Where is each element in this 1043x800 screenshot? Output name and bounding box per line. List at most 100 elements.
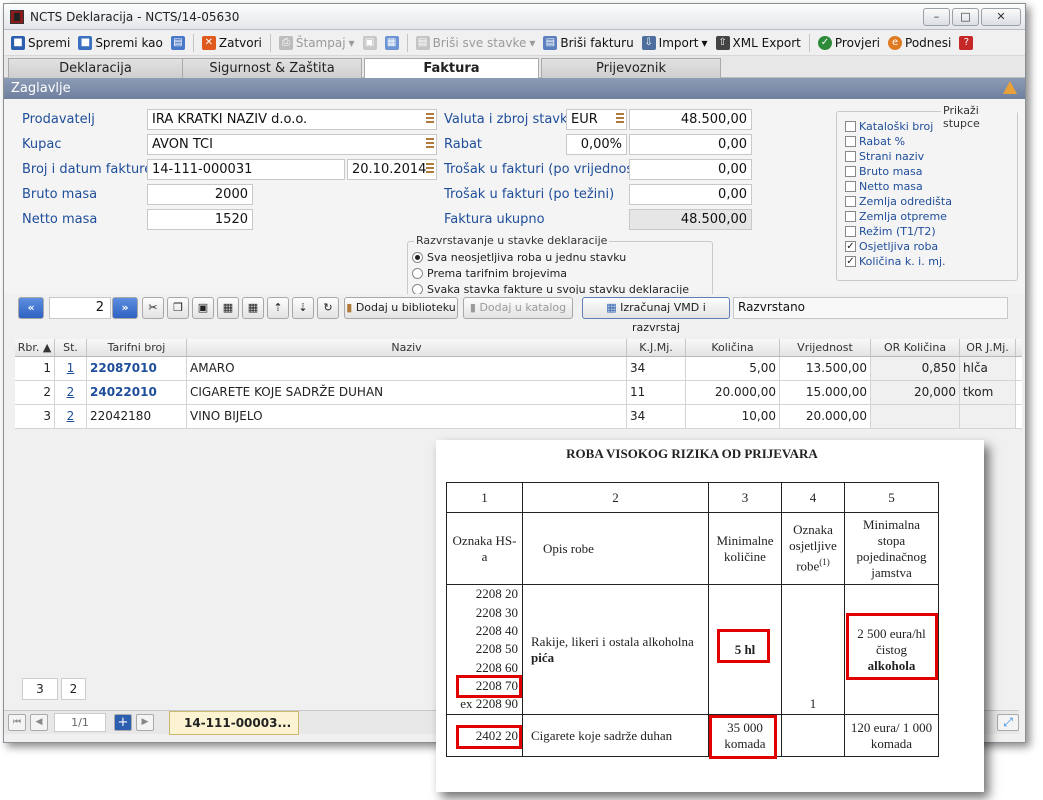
cell-vrij[interactable]: 15.000,00 <box>780 381 871 404</box>
column-toggle[interactable]: ✓ Osjetljiva roba <box>845 240 938 253</box>
tab-faktura[interactable]: Faktura <box>364 58 539 79</box>
save-button[interactable]: ■ Spremi <box>8 34 73 52</box>
invoice-date-field[interactable]: 20.10.2014. <box>347 159 437 180</box>
import-button[interactable]: ⇩ Import ▾ <box>639 34 711 52</box>
column-toggle[interactable]: Rabat % <box>845 135 905 148</box>
cell-or_jmj[interactable]: tkom <box>960 381 1016 404</box>
xml-export-button[interactable]: ⇧ XML Export <box>713 34 804 52</box>
column-toggle[interactable]: Zemlja odredišta <box>845 195 952 208</box>
items-total-field[interactable]: 48.500,00 <box>629 109 752 130</box>
discount-field[interactable]: 0,00 <box>629 134 752 155</box>
delete-all-button[interactable]: ▤ Briši sve stavke ▾ <box>413 34 539 52</box>
insert-row-button[interactable]: ▦ <box>217 297 239 319</box>
document-tab[interactable]: 14-111-00003... <box>169 711 299 735</box>
copy-button[interactable]: ❐ <box>167 297 189 319</box>
table-row[interactable]: 2 2 24022010 CIGARETE KOJE SADRŽE DUHAN 11 20… <box>15 381 1022 405</box>
table-row[interactable]: 3 2 22042180 VINO BIJELO 34 10,00 20.000,00 <box>15 405 1022 429</box>
calendar-icon[interactable] <box>426 163 434 175</box>
check-button[interactable]: ✓ Provjeri <box>815 34 883 52</box>
close-window-button[interactable]: ✕ <box>981 7 1021 26</box>
move-down-button[interactable]: ⇣ <box>292 297 314 319</box>
cell-tarif[interactable]: 22087010 <box>87 357 187 380</box>
print-button[interactable]: ⎙ Štampaj ▾ <box>276 34 358 52</box>
column-toggle[interactable]: Netto masa <box>845 180 923 193</box>
previous-button[interactable]: « <box>18 297 44 319</box>
prev-page-icon[interactable]: ◀ <box>30 714 48 731</box>
column-toggle[interactable]: ✓ Količina k. i. mj. <box>845 255 946 268</box>
expand-icon[interactable]: ⤢ <box>997 714 1019 731</box>
column-toggle[interactable]: Strani naziv <box>845 150 924 163</box>
cell-st[interactable]: 2 <box>55 405 87 428</box>
discount-percent-field[interactable]: 0,00% <box>566 134 627 155</box>
page-input[interactable]: 2 <box>49 297 111 319</box>
col-header-naziv[interactable]: Naziv <box>187 339 627 356</box>
add-catalog-button[interactable]: ▮ Dodaj u katalog <box>463 297 573 319</box>
close-button[interactable]: ✕ Zatvori <box>199 34 265 52</box>
table-button[interactable]: ▦ <box>382 34 402 52</box>
cell-rbr[interactable]: 1 <box>15 357 55 380</box>
gross-field[interactable]: 2000 <box>147 184 253 205</box>
cell-tarif[interactable]: 22042180 <box>87 405 187 428</box>
refresh-button[interactable]: ↻ <box>317 297 339 319</box>
col-header-or-kolicina[interactable]: OR Količina <box>871 339 960 356</box>
minimize-button[interactable]: – <box>923 7 950 26</box>
cell-st[interactable]: 1 <box>55 357 87 380</box>
warning-icon[interactable] <box>1003 81 1017 94</box>
sorting-option-single[interactable]: Sva neosjetljiva roba u jednu stavku <box>412 251 626 264</box>
col-header-or-jmj[interactable]: OR J.Mj. <box>960 339 1016 356</box>
cell-kjmj[interactable]: 34 <box>627 405 686 428</box>
column-toggle[interactable]: Kataloški broj <box>845 120 933 133</box>
tab-deklaracija[interactable]: Deklaracija <box>8 58 183 78</box>
save-as-button[interactable]: ■ Spremi kao <box>75 34 166 52</box>
paste-button[interactable]: ▣ <box>192 297 214 319</box>
submit-button[interactable]: e Podnesi <box>885 34 954 52</box>
page-number-field[interactable]: 3 <box>22 678 58 700</box>
cell-or_kol[interactable] <box>871 405 960 428</box>
add-library-button[interactable]: ▮ Dodaj u biblioteku <box>344 297 458 319</box>
cell-kol[interactable]: 5,00 <box>686 357 780 380</box>
maximize-button[interactable]: □ <box>952 7 979 26</box>
delete-invoice-button[interactable]: ▤ Briši fakturu <box>540 34 636 52</box>
column-toggle[interactable]: Bruto masa <box>845 165 923 178</box>
lookup-icon[interactable] <box>616 113 624 125</box>
cell-st[interactable]: 2 <box>55 381 87 404</box>
cell-rbr[interactable]: 2 <box>15 381 55 404</box>
preview-button[interactable]: ▣ <box>360 34 380 52</box>
cell-or_jmj[interactable]: hlča <box>960 357 1016 380</box>
cell-kol[interactable]: 20.000,00 <box>686 381 780 404</box>
cell-or_kol[interactable]: 0,850 <box>871 357 960 380</box>
cell-kjmj[interactable]: 34 <box>627 357 686 380</box>
net-field[interactable]: 1520 <box>147 209 253 230</box>
column-toggle[interactable]: Zemlja otpreme <box>845 210 947 223</box>
buyer-field[interactable]: AVON TCI <box>147 134 437 155</box>
table-row[interactable]: 1 1 22087010 AMARO 34 5,00 13.500,00 0,850 hlča <box>15 357 1022 381</box>
cell-naziv[interactable]: AMARO <box>187 357 627 380</box>
col-header-rbr[interactable]: Rbr. ▲ <box>15 339 55 356</box>
cell-kjmj[interactable]: 11 <box>627 381 686 404</box>
col-header-kjmj[interactable]: K.J.Mj. <box>627 339 686 356</box>
seller-field[interactable]: IRA KRATKI NAZIV d.o.o. <box>147 109 437 130</box>
currency-field[interactable]: EUR <box>566 109 627 130</box>
cut-button[interactable]: ✂ <box>142 297 164 319</box>
cell-vrij[interactable]: 13.500,00 <box>780 357 871 380</box>
col-header-tarif[interactable]: Tarifni broj <box>87 339 187 356</box>
cell-vrij[interactable]: 20.000,00 <box>780 405 871 428</box>
add-icon[interactable]: + <box>114 714 132 731</box>
next-page-icon[interactable]: ▶ <box>136 714 154 731</box>
delete-row-button[interactable]: ▦ <box>242 297 264 319</box>
calculate-button[interactable]: ▦ Izračunaj VMD i razvrstaj <box>582 297 730 334</box>
next-button[interactable]: » <box>112 297 138 319</box>
column-toggle[interactable]: Režim (T1/T2) <box>845 225 936 238</box>
sorting-option-tariff[interactable]: Prema tarifnim brojevima <box>412 267 567 280</box>
lookup-icon[interactable] <box>426 113 434 125</box>
cell-or_jmj[interactable] <box>960 405 1016 428</box>
move-up-button[interactable]: ⇡ <box>267 297 289 319</box>
col-header-st[interactable]: St. <box>55 339 87 356</box>
cell-tarif[interactable]: 24022010 <box>87 381 187 404</box>
tab-sigurnost[interactable]: Sigurnost & Zaštita <box>182 58 362 78</box>
tab-prijevoznik[interactable]: Prijevoznik <box>541 58 721 78</box>
cell-rbr[interactable]: 3 <box>15 405 55 428</box>
export-small-button[interactable]: ▤ <box>168 34 188 52</box>
first-page-icon[interactable]: ⏮ <box>8 714 26 731</box>
lookup-icon[interactable] <box>426 138 434 150</box>
